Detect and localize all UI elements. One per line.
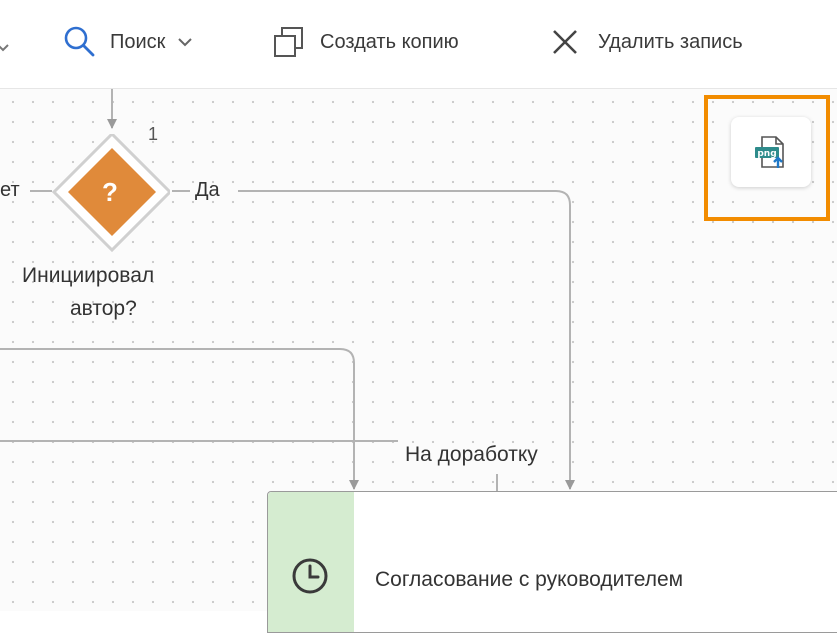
task-approval-manager[interactable]: Согласование с руководителем — [267, 491, 837, 633]
export-png-button[interactable]: png — [731, 117, 811, 187]
task-title: Согласование с руководителем — [375, 568, 684, 591]
connector-left-to-task[interactable] — [0, 348, 359, 490]
gateway-number: 1 — [148, 124, 159, 144]
gateway-title-line1: Инициировал — [22, 264, 155, 287]
branch-yes-label: Да — [195, 179, 220, 201]
gateway-decision[interactable]: ? — [50, 131, 173, 254]
gateway-question-mark: ? — [102, 177, 118, 207]
png-icon-text: png — [757, 149, 776, 159]
clock-icon — [292, 558, 328, 594]
png-export-icon: png — [755, 136, 784, 168]
branch-no-label: ет — [0, 179, 20, 201]
gateway-title-line2: автор? — [70, 297, 137, 320]
rework-label: На доработку — [403, 443, 540, 467]
task-status-band — [268, 492, 354, 632]
